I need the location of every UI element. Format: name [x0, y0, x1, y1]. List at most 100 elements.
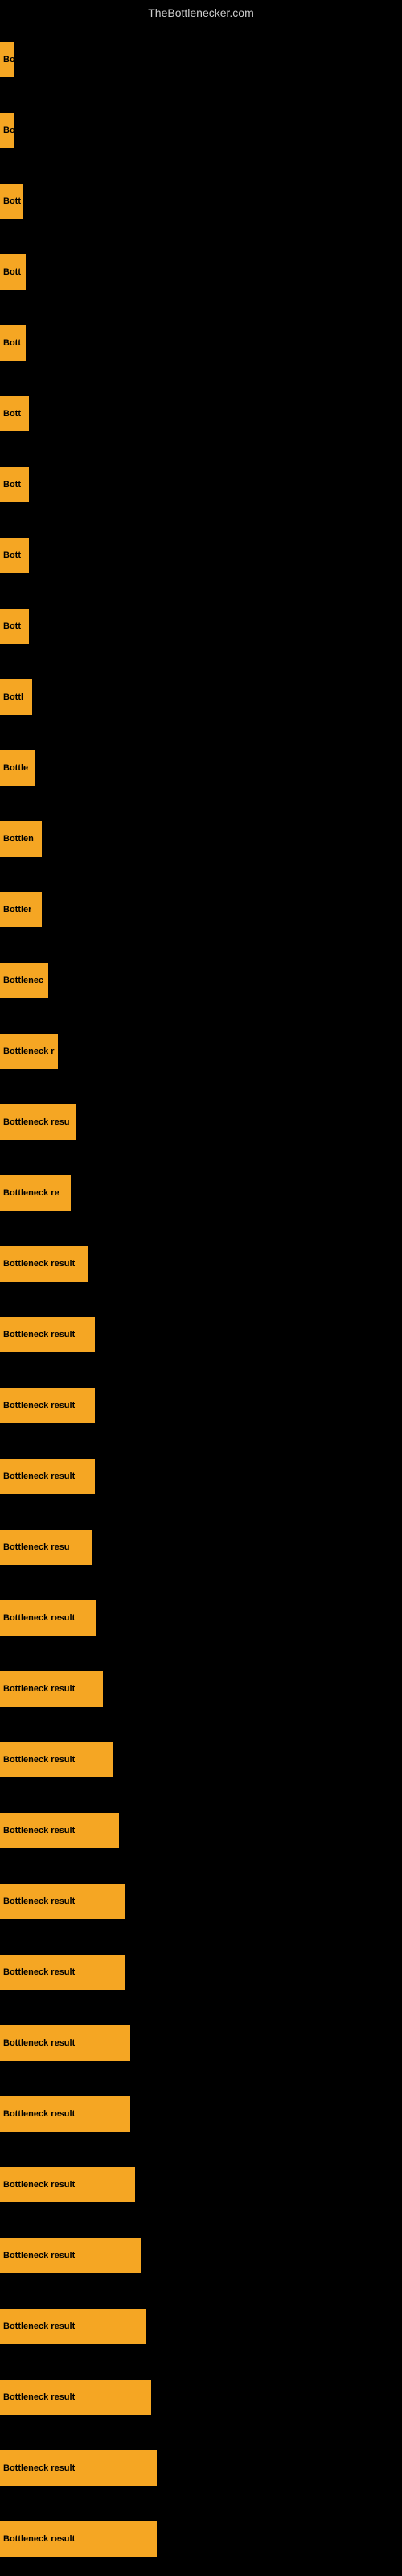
bar-label: Bott: [3, 196, 21, 206]
bar-row: Bott: [0, 237, 402, 308]
bar-row: Bott: [0, 449, 402, 520]
bar: Bottleneck resu: [0, 1530, 92, 1565]
bar-row: Bottleneck result: [0, 1370, 402, 1441]
bar-row: Bottleneck resu: [0, 1087, 402, 1158]
bar: Bottleneck result: [0, 1671, 103, 1707]
bar-row: Bottleneck result: [0, 2079, 402, 2149]
bar: Bottleneck result: [0, 1246, 88, 1282]
bar-label: Bottleneck result: [3, 2463, 75, 2473]
bar-row: Bottleneck result: [0, 2008, 402, 2079]
bar: Bottleneck result: [0, 1813, 119, 1848]
bar-row: Bottleneck re: [0, 1158, 402, 1228]
bar: Bottleneck result: [0, 1459, 95, 1494]
bar-label: Bott: [3, 267, 21, 277]
bar-label: Bott: [3, 551, 21, 560]
bar: Bottleneck result: [0, 2025, 130, 2061]
bar: Bottleneck result: [0, 2450, 157, 2486]
bar-row: Bott: [0, 166, 402, 237]
bar-label: Bottleneck resu: [3, 1542, 70, 1552]
bar-label: Bottleneck result: [3, 1613, 75, 1623]
bar-row: Bottleneck result: [0, 1441, 402, 1512]
bar-row: Bott: [0, 520, 402, 591]
bar-label: Bottleneck result: [3, 1401, 75, 1410]
bar-row: Bottleneck result: [0, 1653, 402, 1724]
bar-label: Bott: [3, 621, 21, 631]
bar: Bo: [0, 113, 14, 148]
bar-row: Bottleneck result: [0, 1795, 402, 1866]
bar-label: Bott: [3, 409, 21, 419]
bar: Bo: [0, 42, 14, 77]
bar-row: Bott: [0, 378, 402, 449]
bar-label: Bottleneck result: [3, 2038, 75, 2048]
bar-label: Bottleneck result: [3, 1897, 75, 1906]
bar: Bottleneck result: [0, 2521, 157, 2557]
bar-label: Bottleneck result: [3, 1967, 75, 1977]
bar-label: Bottleneck result: [3, 2109, 75, 2119]
bar-label: Bottleneck result: [3, 1755, 75, 1765]
bar: Bott: [0, 467, 29, 502]
bar-row: Bo: [0, 24, 402, 95]
bar-label: Bott: [3, 338, 21, 348]
bar: Bottleneck result: [0, 2167, 135, 2202]
bar-row: Bottleneck result: [0, 1299, 402, 1370]
bar-label: Bottl: [3, 692, 23, 702]
bar-label: Bottleneck result: [3, 1259, 75, 1269]
bars-container: Bo Bo Bott Bott Bott Bott Bott Bott Bott Bottl Bot…: [0, 24, 402, 2574]
bar-label: Bottleneck result: [3, 2322, 75, 2331]
bar-row: Bottlenec: [0, 945, 402, 1016]
bar-label: Bottleneck result: [3, 2251, 75, 2260]
bar-label: Bottleneck result: [3, 1330, 75, 1340]
site-title: TheBottlenecker.com: [0, 0, 402, 23]
bar: Bottleneck result: [0, 2380, 151, 2415]
bar: Bottleneck resu: [0, 1104, 76, 1140]
bar-label: Bottleneck result: [3, 2180, 75, 2190]
bar: Bottleneck r: [0, 1034, 58, 1069]
bar: Bottle: [0, 750, 35, 786]
bar-label: Bottlen: [3, 834, 34, 844]
bar-label: Bottleneck result: [3, 2534, 75, 2544]
bar-row: Bottler: [0, 874, 402, 945]
bar: Bottlenec: [0, 963, 48, 998]
bar-row: Bottle: [0, 733, 402, 803]
bar-label: Bottlenec: [3, 976, 43, 985]
bar-row: Bottleneck r: [0, 1016, 402, 1087]
bar: Bottleneck result: [0, 1388, 95, 1423]
bar: Bottleneck result: [0, 2096, 130, 2132]
bar: Bott: [0, 254, 26, 290]
bar: Bottleneck result: [0, 1742, 113, 1777]
bar-label: Bottler: [3, 905, 31, 914]
bar-row: Bottleneck result: [0, 2291, 402, 2362]
bar: Bottleneck re: [0, 1175, 71, 1211]
bar-label: Bo: [3, 55, 14, 64]
bar-label: Bottleneck re: [3, 1188, 59, 1198]
bar: Bottleneck result: [0, 1317, 95, 1352]
bar: Bottleneck result: [0, 2238, 141, 2273]
bar-row: Bottleneck result: [0, 2362, 402, 2433]
bar-row: Bottleneck result: [0, 2149, 402, 2220]
bar-row: Bottl: [0, 662, 402, 733]
bar: Bottler: [0, 892, 42, 927]
bar-row: Bott: [0, 591, 402, 662]
bar: Bottl: [0, 679, 32, 715]
bar-row: Bottleneck result: [0, 2504, 402, 2574]
bar-row: Bottleneck result: [0, 1724, 402, 1795]
bar-row: Bott: [0, 308, 402, 378]
bar-row: Bottleneck result: [0, 2433, 402, 2504]
bar: Bott: [0, 325, 26, 361]
bar: Bottleneck result: [0, 2309, 146, 2344]
bar-label: Bottleneck result: [3, 1826, 75, 1835]
bar-label: Bott: [3, 480, 21, 489]
bar-label: Bottleneck result: [3, 1472, 75, 1481]
bar-row: Bottleneck result: [0, 1937, 402, 2008]
bar-row: Bottleneck result: [0, 1583, 402, 1653]
bar-label: Bottleneck resu: [3, 1117, 70, 1127]
bar-row: Bottleneck resu: [0, 1512, 402, 1583]
bar-row: Bottleneck result: [0, 1228, 402, 1299]
bar-row: Bottleneck result: [0, 2220, 402, 2291]
bar: Bottleneck result: [0, 1955, 125, 1990]
bar-label: Bottleneck result: [3, 1684, 75, 1694]
bar: Bott: [0, 609, 29, 644]
bar: Bottlen: [0, 821, 42, 857]
bar: Bott: [0, 396, 29, 431]
bar-label: Bo: [3, 126, 14, 135]
